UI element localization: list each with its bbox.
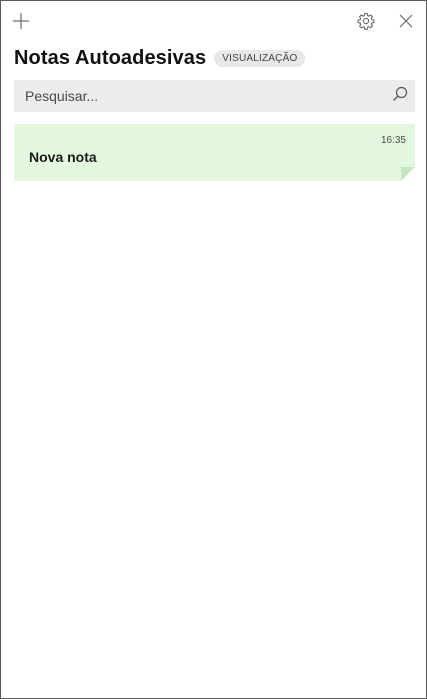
note-card[interactable]: 16:35 Nova nota xyxy=(14,124,415,181)
search-button[interactable] xyxy=(385,81,415,111)
note-title: Nova nota xyxy=(29,149,97,165)
app-title: Notas Autoadesivas xyxy=(14,46,207,69)
page-fold-icon xyxy=(401,167,415,181)
search-icon xyxy=(392,86,408,107)
gear-icon xyxy=(357,12,375,30)
search-input[interactable] xyxy=(14,81,385,111)
notes-list: 16:35 Nova nota xyxy=(14,124,415,181)
title-bar xyxy=(1,1,426,41)
close-icon xyxy=(398,13,414,29)
close-button[interactable] xyxy=(392,7,420,35)
add-note-button[interactable] xyxy=(7,7,35,35)
note-timestamp: 16:35 xyxy=(380,135,406,146)
plus-icon xyxy=(12,12,30,30)
app-header: Notas Autoadesivas VISUALIZAÇÃO xyxy=(14,45,306,71)
search-box xyxy=(14,80,415,112)
settings-button[interactable] xyxy=(352,7,380,35)
preview-badge: VISUALIZAÇÃO xyxy=(214,49,306,67)
sticky-notes-window: Notas Autoadesivas VISUALIZAÇÃO 16:35 No… xyxy=(0,0,427,699)
